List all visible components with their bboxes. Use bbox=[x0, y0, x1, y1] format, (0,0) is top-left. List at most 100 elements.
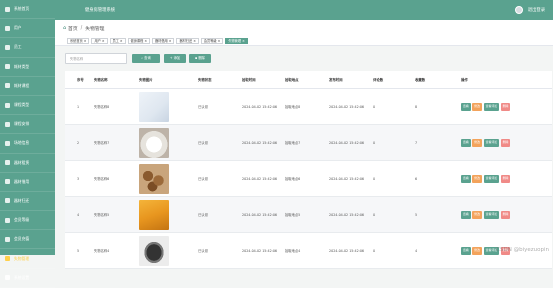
view-comments-button[interactable]: 查看评论 bbox=[483, 103, 500, 111]
sidebar-item[interactable]: 会员充值 bbox=[0, 230, 55, 250]
cell-no: 3 bbox=[77, 177, 80, 181]
cell-name: 失物名称7 bbox=[94, 141, 110, 145]
sidebar-item[interactable]: 课程安排 bbox=[0, 115, 55, 135]
sidebar-item[interactable]: 员工 bbox=[0, 38, 55, 58]
cell-pick-time: 2024-04-02 15:42:06 bbox=[242, 213, 278, 217]
delete-button[interactable]: 删除 bbox=[500, 103, 511, 111]
column-header: 评论数 bbox=[373, 78, 384, 82]
row-actions: 查看 修改 查看评论 删除 bbox=[461, 89, 512, 125]
nav-tag[interactable]: 系统首页 × bbox=[67, 37, 90, 44]
breadcrumb-home[interactable]: 首页 bbox=[68, 25, 78, 32]
column-header: 操作 bbox=[461, 78, 468, 82]
cell-place: 拾取地点7 bbox=[285, 141, 301, 145]
staff-icon bbox=[5, 44, 10, 50]
breadcrumb-separator: / bbox=[80, 25, 83, 31]
delete-button[interactable]: 删除 bbox=[500, 175, 511, 183]
table-header: 序号 失物名称 失物图片 失物状态 拾取时间 拾取地点 发布时间 评论数 收藏数 操作 bbox=[65, 71, 552, 89]
sidebar-item[interactable]: 器材租赁 bbox=[0, 154, 55, 173]
column-header: 拾取地点 bbox=[285, 78, 299, 82]
view-button[interactable]: 查看 bbox=[461, 139, 471, 147]
cell-name: 失物名称6 bbox=[94, 177, 110, 181]
lost-item-image bbox=[139, 92, 169, 122]
cell-status: 已认领 bbox=[198, 141, 208, 145]
column-header: 序号 bbox=[77, 78, 84, 82]
logout-link[interactable]: 退出登录 bbox=[528, 7, 545, 13]
sidebar-item[interactable]: 耗材类型 bbox=[0, 58, 55, 77]
sidebar-item-label: 员工 bbox=[14, 44, 22, 50]
sidebar-item[interactable]: 课程类型 bbox=[0, 96, 55, 116]
sidebar-item[interactable]: 场地信息 bbox=[0, 134, 55, 154]
edit-button[interactable]: 修改 bbox=[472, 139, 483, 147]
lost-items-table: 序号 失物名称 失物图片 失物状态 拾取时间 拾取地点 发布时间 评论数 收藏数 操作 1 失物名称… bbox=[65, 71, 552, 269]
cell-no: 5 bbox=[77, 249, 80, 253]
edit-button[interactable]: 修改 bbox=[472, 211, 483, 219]
sidebar-item[interactable]: 器材归还 bbox=[0, 192, 55, 212]
view-button[interactable]: 查看 bbox=[461, 175, 471, 183]
sidebar-item-label: 耗材课程 bbox=[14, 82, 30, 88]
delete-button[interactable]: 删除 bbox=[500, 211, 511, 219]
search-input[interactable]: 失物名称 bbox=[65, 53, 127, 64]
nav-tag[interactable]: 器材归还 × bbox=[176, 37, 199, 44]
edit-button[interactable]: 修改 bbox=[472, 175, 483, 183]
nav-tag[interactable]: 健身课程 × bbox=[127, 37, 150, 44]
wallet-icon bbox=[5, 236, 10, 242]
view-comments-button[interactable]: 查看评论 bbox=[483, 139, 500, 147]
lost-item-image bbox=[139, 236, 169, 266]
tag-icon bbox=[5, 64, 10, 70]
sidebar-item-label: 会员等级 bbox=[14, 217, 30, 223]
cell-name: 失物名称5 bbox=[94, 213, 110, 217]
sidebar: 系统首页 用户员工耗材类型耗材课程课程类型 课程安排 场地信息 器材租赁 器材借用器材归还… bbox=[0, 0, 55, 288]
view-button[interactable]: 查看 bbox=[461, 247, 471, 255]
cell-pub-time: 2024-04-02 15:42:06 bbox=[329, 213, 365, 217]
nav-tag[interactable]: 会员等级 × bbox=[200, 37, 224, 44]
cell-status: 已认领 bbox=[198, 177, 208, 181]
column-header: 发布时间 bbox=[329, 78, 343, 82]
sidebar-item-label: 会员充值 bbox=[14, 236, 30, 242]
cell-place: 拾取地点5 bbox=[285, 213, 301, 217]
cell-place: 拾取地点8 bbox=[285, 105, 301, 109]
cell-pick-time: 2024-04-02 15:42:06 bbox=[242, 177, 278, 181]
watermark: CSDN @biyezuopin bbox=[496, 247, 549, 253]
sidebar-item-label: 耗材类型 bbox=[14, 63, 30, 69]
add-button[interactable]: + 添加 bbox=[164, 54, 186, 63]
cell-status: 已认领 bbox=[198, 249, 208, 253]
sidebar-item-label: 器材归还 bbox=[14, 197, 30, 203]
table-row: 4 失物名称5 已认领 2024-04-02 15:42:06 拾取地点5 2024-04… bbox=[65, 197, 552, 233]
sidebar-item[interactable]: 系统首页 bbox=[0, 0, 55, 20]
view-comments-button[interactable]: 查看评论 bbox=[483, 211, 500, 219]
sidebar-item[interactable]: 会员等级 bbox=[0, 211, 55, 231]
sidebar-item[interactable]: 失物管理 bbox=[0, 249, 55, 269]
sidebar-item[interactable]: 用户 bbox=[0, 19, 55, 39]
cell-comments: 0 bbox=[373, 249, 376, 253]
cell-name: 失物名称8 bbox=[94, 105, 110, 109]
cell-no: 4 bbox=[77, 213, 80, 217]
star-icon bbox=[5, 217, 10, 223]
sidebar-item[interactable]: 器材借用 bbox=[0, 173, 55, 192]
edit-button[interactable]: 修改 bbox=[472, 103, 483, 111]
cell-comments: 0 bbox=[373, 213, 376, 217]
delete-button[interactable]: 删除 bbox=[500, 139, 511, 147]
view-comments-button[interactable]: 查看评论 bbox=[483, 175, 500, 183]
sidebar-item[interactable]: 系统设置 bbox=[0, 269, 55, 288]
cell-status: 已认领 bbox=[198, 213, 208, 217]
sidebar-item[interactable]: 耗材课程 bbox=[0, 77, 55, 96]
search-button[interactable]: ⌕ 查询 bbox=[132, 54, 160, 63]
return-icon bbox=[5, 198, 10, 204]
view-button[interactable]: 查看 bbox=[461, 211, 471, 219]
edit-button[interactable]: 修改 bbox=[472, 247, 483, 255]
batch-delete-button[interactable]: ▪ 删除 bbox=[189, 54, 211, 63]
sidebar-item-label: 失物管理 bbox=[14, 255, 30, 261]
lost-item-image bbox=[139, 164, 169, 194]
nav-tag[interactable]: 用户 × bbox=[91, 37, 108, 44]
view-button[interactable]: 查看 bbox=[461, 103, 471, 111]
nav-tag[interactable]: 员工 × bbox=[109, 37, 126, 44]
breadcrumb: ⌂ 首页 / 失物管理 bbox=[55, 20, 553, 36]
toolbar: 失物名称 ⌕ 查询 + 添加 ▪ 删除 bbox=[55, 53, 553, 65]
nav-tag[interactable]: 失物管理 × bbox=[225, 37, 248, 44]
cell-pub-time: 2024-04-02 15:42:06 bbox=[329, 177, 365, 181]
avatar[interactable] bbox=[514, 6, 523, 14]
table-row: 2 失物名称7 已认领 2024-04-02 15:42:06 拾取地点7 2024-04… bbox=[65, 125, 552, 161]
cell-favs: 4 bbox=[415, 249, 418, 253]
column-header: 拾取时间 bbox=[242, 78, 256, 82]
nav-tag[interactable]: 器材借用 × bbox=[152, 37, 175, 44]
